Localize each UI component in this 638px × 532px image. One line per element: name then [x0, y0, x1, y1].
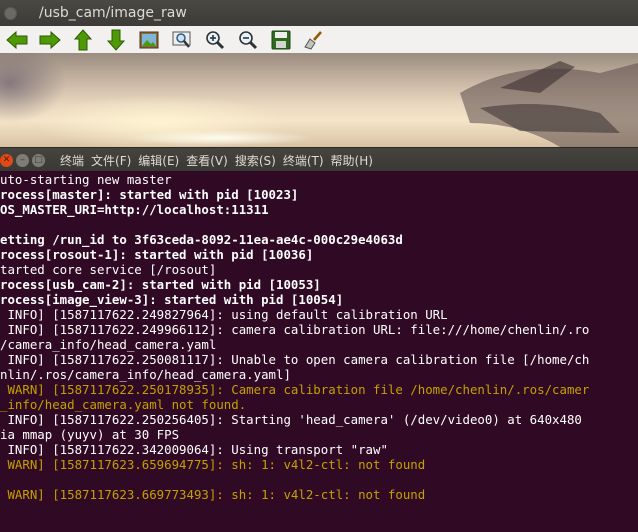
clear-brush-icon	[304, 30, 322, 50]
terminal-line: nlin/.ros/camera_info/head_camera.yaml]	[0, 367, 291, 382]
close-icon: ✕	[2, 154, 11, 165]
forward-button[interactable]	[38, 28, 62, 52]
clear-button[interactable]	[302, 28, 326, 52]
terminal-line: /camera_info/head_camera.yaml	[0, 337, 217, 352]
image-window-titlebar[interactable]: /usb_cam/image_raw	[0, 0, 638, 26]
arrow-right-icon	[39, 30, 61, 49]
terminal-line: OS_MASTER_URI=http://localhost:11311	[0, 202, 269, 217]
zoom-fit-icon	[172, 31, 191, 48]
minimize-button[interactable]: –	[16, 153, 29, 167]
terminal-line: _info/head_camera.yaml not found.	[0, 397, 247, 412]
terminal-line: INFO] [1587117622.250081117]: Unable to …	[0, 352, 590, 367]
terminal-line: rocess[master]: started with pid [10023]	[0, 187, 299, 202]
terminal-line: ia mmap (yuyv) at 30 FPS	[0, 427, 180, 442]
terminal-titlebar[interactable]: ✕ – □ 终端 文件(F) 编辑(E) 查看(V) 搜索(S) 终端(T) 帮助(H)	[0, 147, 638, 172]
terminal-menubar: 终端 文件(F) 编辑(E) 查看(V) 搜索(S) 终端(T) 帮助(H)	[60, 152, 380, 169]
save-icon	[271, 30, 291, 49]
minimize-icon: –	[20, 154, 25, 165]
menu-item[interactable]: 搜索(S)	[235, 152, 276, 169]
terminal-output[interactable]: uto-starting new master rocess[master]: s…	[0, 171, 638, 532]
image-icon	[139, 31, 159, 48]
menu-item[interactable]: 帮助(H)	[331, 152, 373, 169]
terminal-line: rocess[usb_cam-2]: started with pid [100…	[0, 277, 321, 292]
close-button[interactable]: ✕	[0, 153, 13, 167]
picture-button[interactable]	[137, 28, 161, 52]
camera-image-content	[460, 61, 638, 147]
terminal-line: WARN] [1587117623.659694775]: sh: 1: v4l…	[0, 457, 426, 472]
maximize-icon: □	[34, 154, 43, 165]
image-window-title: /usb_cam/image_raw	[39, 5, 187, 21]
zoom-fit-button[interactable]	[170, 28, 194, 52]
save-button[interactable]	[269, 28, 293, 52]
terminal-line: INFO] [1587117622.342009064]: Using tran…	[0, 442, 388, 457]
arrow-up-icon	[73, 28, 93, 50]
terminal-line: WARN] [1587117623.669773493]: sh: 1: v4l…	[0, 487, 426, 502]
terminal-line: INFO] [1587117622.250256405]: Starting '…	[0, 412, 582, 427]
menu-item[interactable]: 文件(F)	[91, 152, 131, 169]
zoom-out-icon	[239, 30, 258, 49]
arrow-left-icon	[6, 30, 28, 49]
terminal-line: uto-starting new master	[0, 172, 172, 187]
arrow-down-icon	[106, 29, 126, 51]
terminal-line: INFO] [1587117622.249827964]: using defa…	[0, 307, 448, 322]
terminal-line: rocess[image_view-3]: started with pid […	[0, 292, 344, 307]
back-button[interactable]	[5, 28, 29, 52]
menu-item[interactable]: 终端	[60, 152, 84, 169]
up-button[interactable]	[71, 28, 95, 52]
menu-item[interactable]: 终端(T)	[283, 152, 324, 169]
zoom-in-button[interactable]	[203, 28, 227, 52]
camera-image	[0, 53, 638, 147]
terminal-line: tarted core service [/rosout]	[0, 262, 217, 277]
zoom-in-icon	[206, 30, 225, 49]
terminal-line: rocess[rosout-1]: started with pid [1003…	[0, 247, 314, 262]
menu-item[interactable]: 编辑(E)	[138, 152, 179, 169]
menu-item[interactable]: 查看(V)	[186, 152, 228, 169]
down-button[interactable]	[104, 28, 128, 52]
terminal-line: WARN] [1587117622.250178935]: Camera cal…	[0, 382, 590, 397]
terminal-line: etting /run_id to 3f63ceda-8092-11ea-ae4…	[0, 232, 403, 247]
zoom-out-button[interactable]	[236, 28, 260, 52]
window-menu-button[interactable]	[4, 6, 17, 20]
image-toolbar	[0, 26, 638, 54]
maximize-button[interactable]: □	[32, 153, 45, 167]
terminal-line: INFO] [1587117622.249966112]: camera cal…	[0, 322, 590, 337]
